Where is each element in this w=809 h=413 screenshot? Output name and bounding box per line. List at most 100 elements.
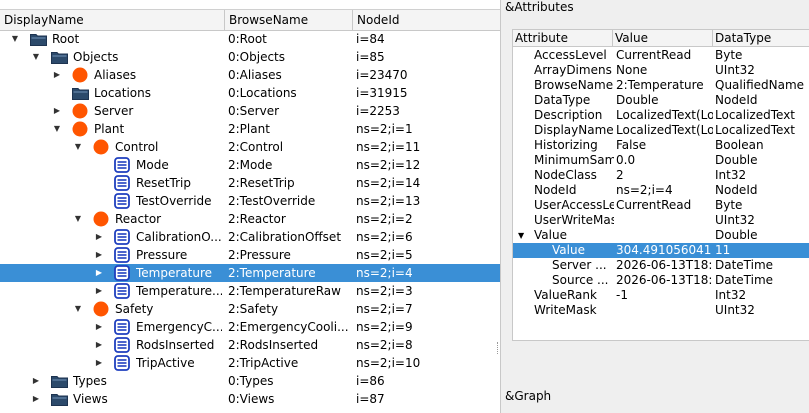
tree-row[interactable]: ▼ Root 0:Root i=84 (0, 30, 500, 48)
tree-row[interactable]: ▼ Safety 2:Safety ns=2;i=7 (0, 300, 500, 318)
variable-node-icon (114, 319, 130, 335)
tree-row[interactable]: ▶ Views 0:Views i=87 (0, 390, 500, 408)
expand-arrow-right-icon[interactable]: ▶ (94, 318, 104, 336)
tree-body: ▼ Root 0:Root i=84 ▼ Objects 0:Objects i=85 ▶ Ali… (0, 30, 500, 413)
expand-arrow-right-icon[interactable]: ▶ (94, 246, 104, 264)
expand-arrow-right-icon[interactable]: ▶ (94, 354, 104, 372)
tree-row[interactable]: ▼ Plant 2:Plant ns=2;i=1 (0, 120, 500, 138)
attribute-row[interactable]: ▼ Value Double (513, 228, 809, 243)
attribute-datatype: Byte (715, 198, 743, 212)
tree-row[interactable]: ▼ Control 2:Control ns=2;i=11 (0, 138, 500, 156)
expand-arrow-right-icon[interactable]: ▶ (52, 102, 62, 120)
tree-row[interactable]: ▼ Reactor 2:Reactor ns=2;i=2 (0, 210, 500, 228)
tree-header: DisplayName BrowseName NodeId (0, 9, 500, 31)
expand-arrow-down-icon[interactable]: ▼ (10, 30, 20, 48)
attribute-datatype: Double (715, 228, 758, 242)
attribute-row[interactable]: MinimumSam 0.0 Double (513, 153, 809, 168)
expand-arrow-right-icon[interactable]: ▶ (31, 372, 41, 390)
attribute-name: Description (534, 108, 603, 122)
attribute-datatype: LocalizedText (715, 108, 796, 122)
tree-row[interactable]: Locations 0:Locations i=31915 (0, 84, 500, 102)
attribute-row[interactable]: Value 304.491056041 11 (513, 243, 809, 258)
column-header-browsename[interactable]: BrowseName (225, 10, 353, 30)
attribute-row[interactable]: Description LocalizedText(Lo LocalizedText (513, 108, 809, 123)
tree-cell-nodeid: ns=2;i=3 (356, 284, 413, 298)
tree-cell-browsename: 2:Mode (228, 158, 273, 172)
attribute-row[interactable]: BrowseName 2:Temperature QualifiedName (513, 78, 809, 93)
tree-cell-browsename: 0:Root (228, 32, 267, 46)
attribute-row[interactable]: NodeClass 2 Int32 (513, 168, 809, 183)
dock-splitter-handle[interactable] (497, 342, 501, 354)
expand-arrow-down-icon[interactable]: ▼ (518, 228, 528, 243)
attribute-row[interactable]: UserWriteMas UInt32 (513, 213, 809, 228)
expand-arrow-right-icon[interactable]: ▶ (94, 228, 104, 246)
attribute-datatype: DateTime (715, 273, 774, 287)
attribute-row[interactable]: ValueRank -1 Int32 (513, 288, 809, 303)
column-header-attribute[interactable]: Attribute (513, 30, 613, 46)
tree-cell-nodeid: ns=2;i=2 (356, 212, 413, 226)
column-header-displayname[interactable]: DisplayName (0, 10, 225, 30)
graph-dock-title: &Graph (505, 389, 552, 403)
attribute-row[interactable]: NodeId ns=2;i=4 NodeId (513, 183, 809, 198)
tree-row[interactable]: Mode 2:Mode ns=2;i=12 (0, 156, 500, 174)
tree-cell-nodeid: ns=2;i=4 (356, 266, 413, 280)
attribute-row[interactable]: WriteMask UInt32 (513, 303, 809, 318)
attribute-row[interactable]: Server ... 2026-06-13T18: DateTime (513, 258, 809, 273)
tree-row[interactable]: ▶ TripActive 2:TripActive ns=2;i=10 (0, 354, 500, 372)
expand-arrow-down-icon[interactable]: ▼ (73, 300, 83, 318)
tree-cell-nodeid: i=84 (356, 32, 385, 46)
expand-arrow-right-icon[interactable]: ▶ (94, 264, 104, 282)
tree-row[interactable]: ▶ RodsInserted 2:RodsInserted ns=2;i=8 (0, 336, 500, 354)
tree-cell-displayname: Views (73, 392, 108, 406)
object-node-icon (72, 103, 88, 119)
attribute-row[interactable]: UserAccessLe CurrentRead Byte (513, 198, 809, 213)
tree-row[interactable]: ▶ Aliases 0:Aliases i=23470 (0, 66, 500, 84)
tree-row[interactable]: TestOverride 2:TestOverride ns=2;i=13 (0, 192, 500, 210)
tree-cell-displayname: Types (73, 374, 107, 388)
tree-row[interactable]: ▶ CalibrationO... 2:CalibrationOffset ns=2;… (0, 228, 500, 246)
tree-cell-displayname: Mode (136, 158, 169, 172)
attribute-row[interactable]: AccessLevel CurrentRead Byte (513, 48, 809, 63)
column-header-nodeid[interactable]: NodeId (353, 10, 500, 30)
object-node-icon (93, 211, 109, 227)
tree-row[interactable]: ▶ Temperature... 2:TemperatureRaw ns=2;i=3 (0, 282, 500, 300)
attribute-datatype: UInt32 (715, 63, 755, 77)
tree-cell-displayname: CalibrationO... (136, 230, 222, 244)
attribute-row[interactable]: Historizing False Boolean (513, 138, 809, 153)
tree-row[interactable]: ▶ Server 0:Server i=2253 (0, 102, 500, 120)
expand-arrow-down-icon[interactable]: ▼ (31, 48, 41, 66)
expand-arrow-right-icon[interactable]: ▶ (94, 336, 104, 354)
column-header-value[interactable]: Value (613, 30, 713, 46)
attribute-name: Value (552, 243, 585, 257)
tree-row[interactable]: ▶ Types 0:Types i=86 (0, 372, 500, 390)
attribute-datatype: Byte (715, 48, 743, 62)
object-node-icon (72, 67, 88, 83)
attribute-datatype: UInt32 (715, 213, 755, 227)
expand-arrow-right-icon[interactable]: ▶ (31, 390, 41, 408)
tree-row[interactable]: ▶ EmergencyC... 2:EmergencyCooli... ns=2;i=… (0, 318, 500, 336)
tree-cell-displayname: Temperature... (136, 284, 222, 298)
expand-arrow-down-icon[interactable]: ▼ (52, 120, 62, 138)
attribute-datatype: NodeId (715, 93, 758, 107)
tree-row[interactable]: ▶ Temperature 2:Temperature ns=2;i=4 (0, 264, 500, 282)
attribute-row[interactable]: Source ... 2026-06-13T18: DateTime (513, 273, 809, 288)
tree-cell-displayname: Pressure (136, 248, 188, 262)
attribute-value: False (616, 138, 647, 152)
attribute-row[interactable]: DataType Double NodeId (513, 93, 809, 108)
expand-arrow-down-icon[interactable]: ▼ (73, 138, 83, 156)
tree-row[interactable]: ▶ Pressure 2:Pressure ns=2;i=5 (0, 246, 500, 264)
attribute-value: 2026-06-13T18: (616, 273, 713, 287)
tree-cell-displayname: Objects (73, 50, 119, 64)
tree-row[interactable]: ▼ Objects 0:Objects i=85 (0, 48, 500, 66)
attribute-name: BrowseName (534, 78, 614, 92)
column-header-datatype[interactable]: DataType (713, 30, 809, 46)
tree-row[interactable]: ResetTrip 2:ResetTrip ns=2;i=14 (0, 174, 500, 192)
expand-arrow-down-icon[interactable]: ▼ (73, 210, 83, 228)
expand-arrow-right-icon[interactable]: ▶ (52, 66, 62, 84)
attribute-row[interactable]: DisplayName LocalizedText(Lo LocalizedText (513, 123, 809, 138)
expand-arrow-right-icon[interactable]: ▶ (94, 282, 104, 300)
attribute-name: AccessLevel (534, 48, 607, 62)
attribute-row[interactable]: ArrayDimens None UInt32 (513, 63, 809, 78)
address-space-tree[interactable]: DisplayName BrowseName NodeId ▼ Root 0:Roo… (0, 0, 501, 413)
attributes-table[interactable]: Attribute Value DataType AccessLevel Curr… (512, 29, 809, 341)
